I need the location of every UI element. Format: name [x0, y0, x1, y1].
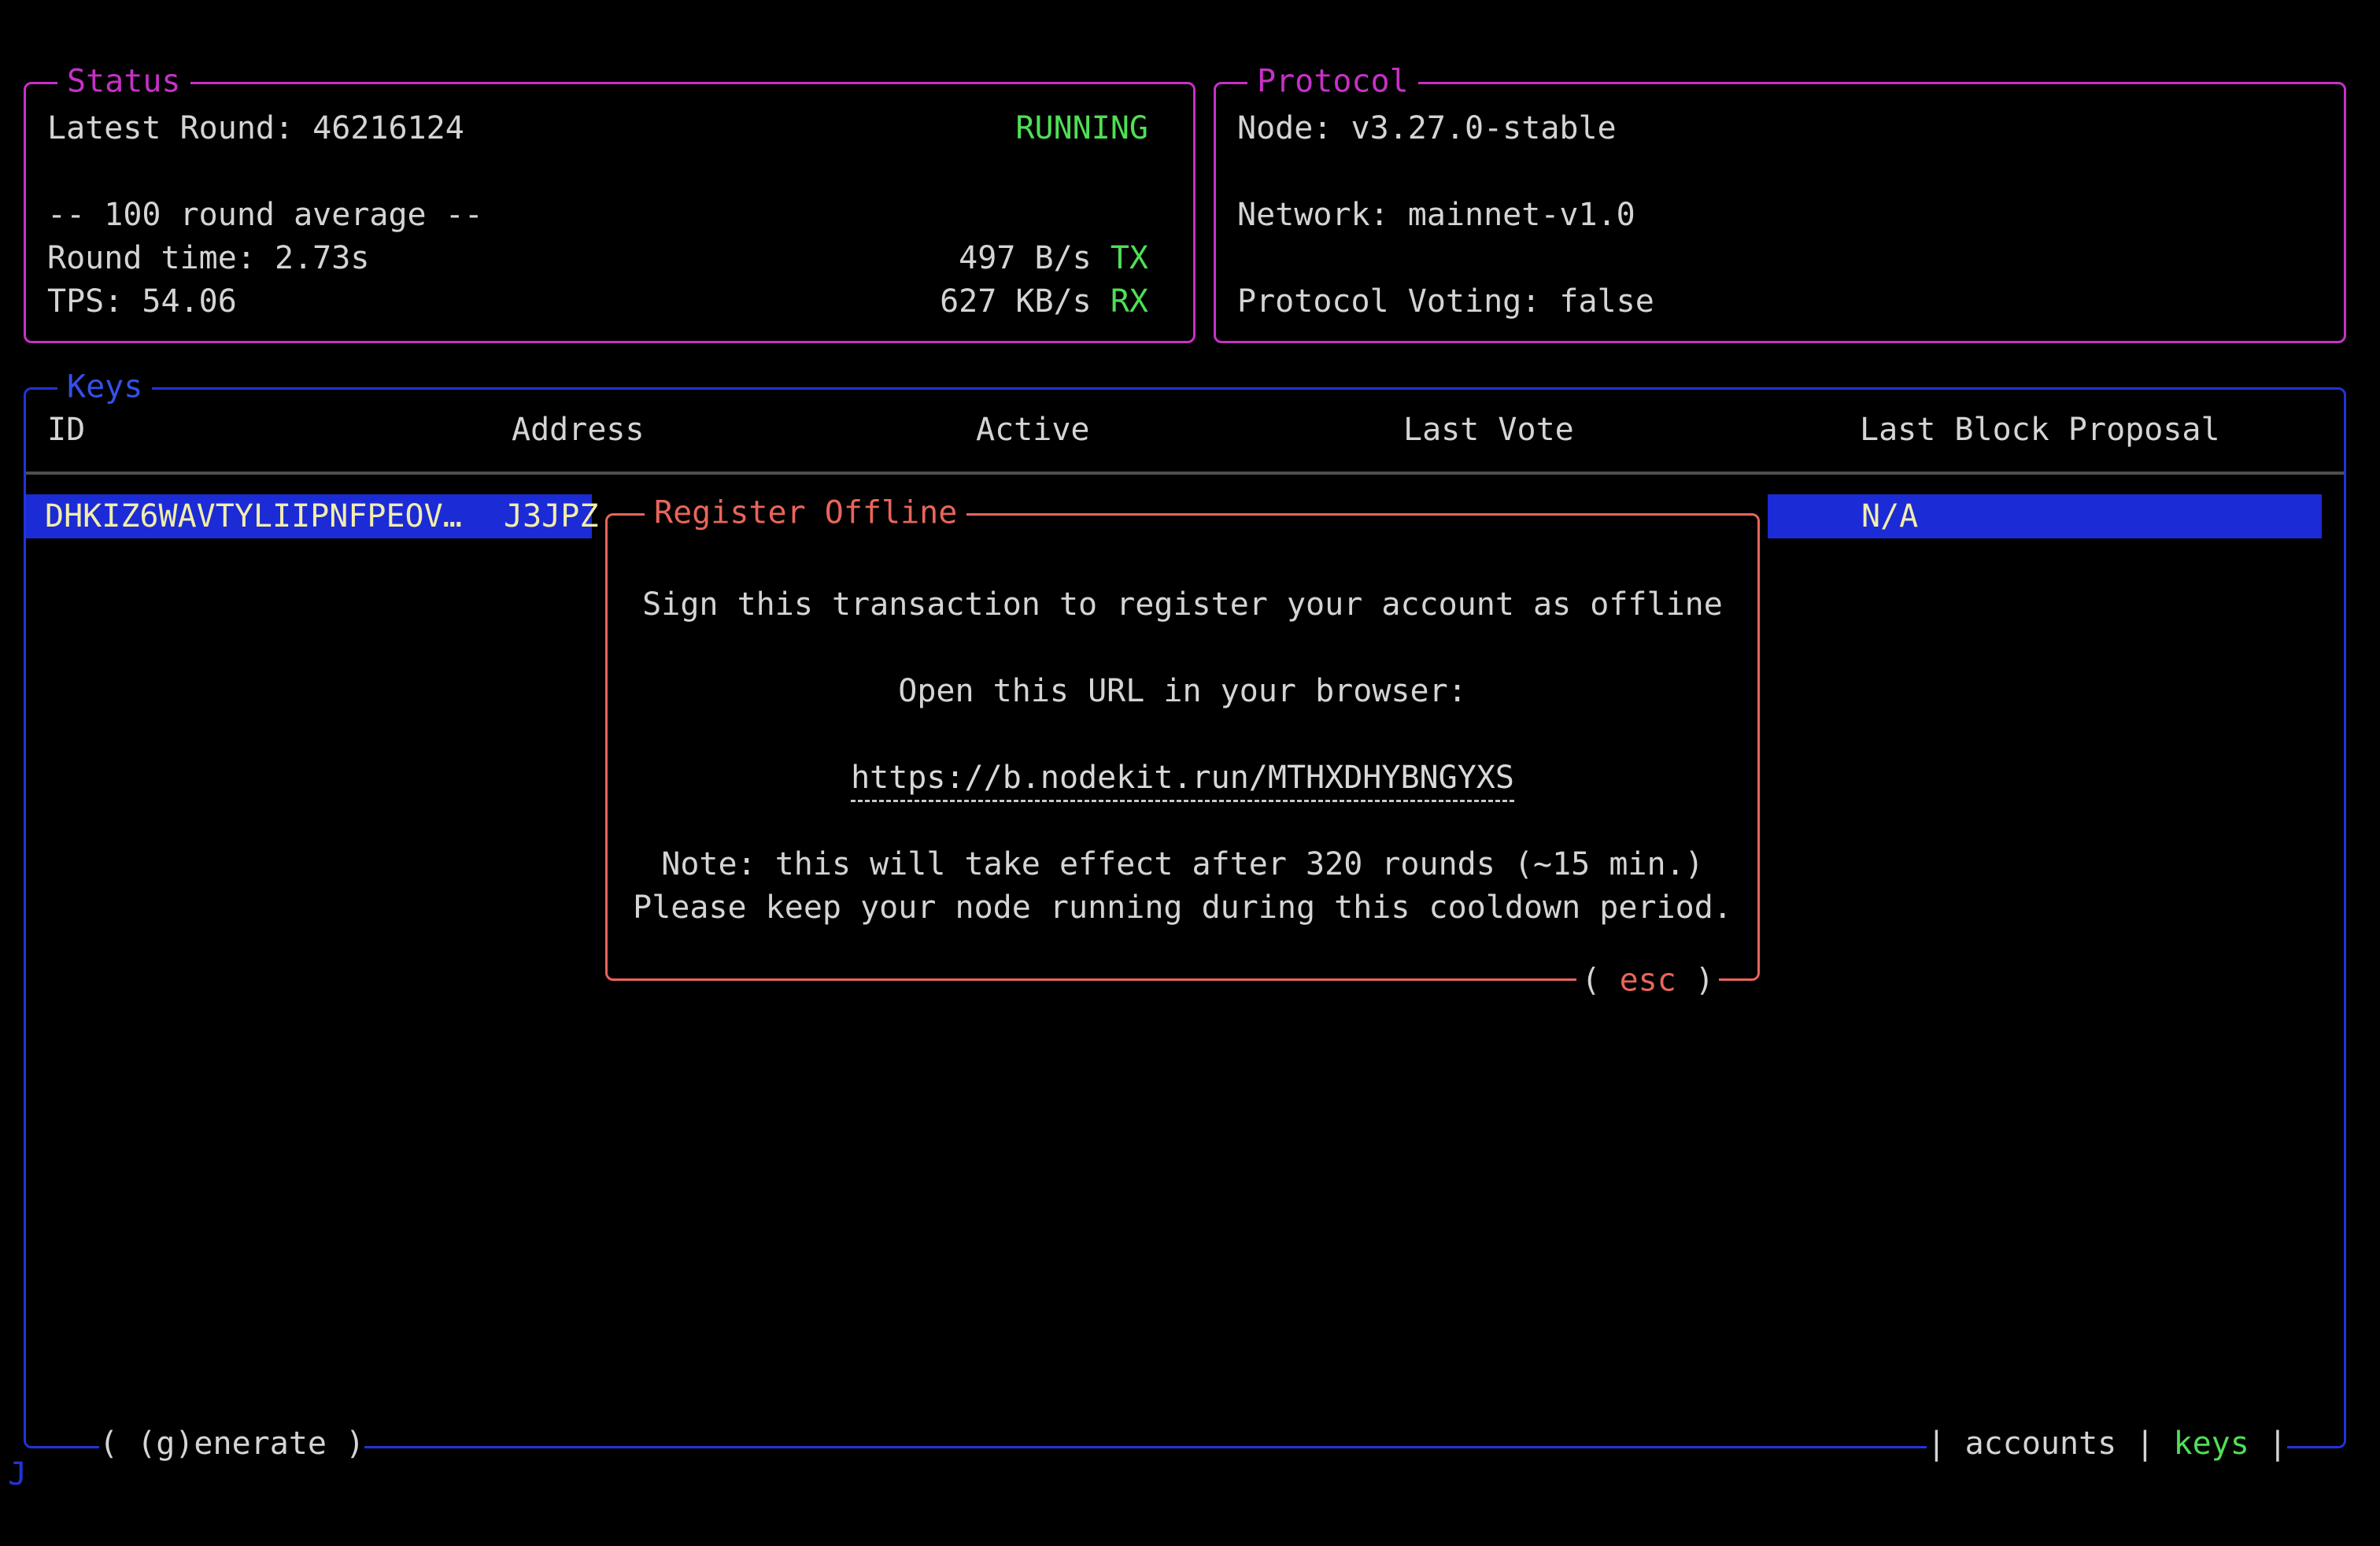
modal-cooldown-text: Please keep your node running during thi… [608, 886, 1757, 930]
esc-close-paren: ) [1676, 963, 1714, 999]
terminal-artifact-glyph: J [8, 1453, 27, 1496]
esc-key-label: esc [1620, 963, 1676, 999]
view-tabs: | accounts | keys | [1927, 1422, 2287, 1466]
header-separator [26, 472, 2344, 475]
column-header-active: Active [976, 409, 1090, 452]
tx-label: TX [1111, 240, 1148, 276]
tab-accounts[interactable]: accounts [1965, 1426, 2117, 1462]
tabs-separator: | [2116, 1426, 2173, 1462]
modal-note-text: Note: this will take effect after 320 ro… [608, 843, 1757, 886]
generate-button[interactable]: ( (g)enerate ) [99, 1422, 364, 1466]
column-header-id: ID [47, 409, 85, 452]
terminal-screen: { "colors": { "magenta": "#c631c6", "blu… [0, 0, 2380, 1546]
keys-panel-title: Keys [57, 366, 152, 409]
status-panel-title: Status [57, 61, 190, 104]
table-row-selected-left[interactable]: DHKIZ6WAVTYLIIPNFPEOV… J3JPZ [26, 494, 592, 538]
protocol-voting-text: Protocol Voting: false [1237, 280, 1654, 324]
protocol-panel: Protocol Node: v3.27.0-stable Network: m… [1214, 82, 2346, 343]
tabs-open-bracket: | [1927, 1426, 1964, 1462]
signing-url-link[interactable]: https://b.nodekit.run/MTHXDHYBNGYXS [851, 760, 1514, 802]
tab-keys[interactable]: keys [2174, 1426, 2249, 1462]
rx-rate-value: 627 KB/s [940, 283, 1111, 320]
rx-label: RX [1111, 283, 1148, 320]
register-offline-modal: Register Offline Sign this transaction t… [605, 513, 1760, 981]
tabs-close-bracket: | [2249, 1426, 2287, 1462]
tps-text: TPS: 54.06 [47, 280, 237, 324]
column-header-last-vote: Last Vote [1403, 409, 1574, 452]
modal-sign-text: Sign this transaction to register your a… [608, 583, 1757, 627]
esc-button[interactable]: ( esc ) [1576, 960, 1719, 1003]
round-time-text: Round time: 2.73s [47, 237, 369, 280]
protocol-panel-title: Protocol [1247, 61, 1418, 104]
node-version-text: Node: v3.27.0-stable [1237, 107, 1617, 150]
modal-title: Register Offline [645, 492, 966, 535]
esc-open-paren: ( [1581, 963, 1619, 999]
modal-url-line: https://b.nodekit.run/MTHXDHYBNGYXS [608, 756, 1757, 800]
network-text: Network: mainnet-v1.0 [1237, 194, 1635, 237]
tx-rate-value: 497 B/s [959, 240, 1111, 276]
column-header-last-block-proposal: Last Block Proposal [1860, 409, 2220, 452]
tx-rate-text: 497 B/s TX [959, 237, 1148, 280]
modal-open-url-text: Open this URL in your browser: [608, 670, 1757, 713]
row-id-cell: DHKIZ6WAVTYLIIPNFPEOV… [45, 494, 462, 538]
row-last-block-proposal-cell: N/A [1861, 494, 1918, 538]
rx-rate-text: 627 KB/s RX [940, 280, 1148, 324]
table-row-selected-right[interactable]: N/A [1768, 494, 2322, 538]
row-address-cell: J3JPZ [504, 494, 598, 538]
column-header-address: Address [512, 409, 645, 452]
node-state-badge: RUNNING [1015, 107, 1148, 150]
status-panel: Status Latest Round: 46216124 RUNNING --… [24, 82, 1196, 343]
round-average-header: -- 100 round average -- [47, 194, 483, 237]
latest-round-text: Latest Round: 46216124 [47, 107, 464, 150]
